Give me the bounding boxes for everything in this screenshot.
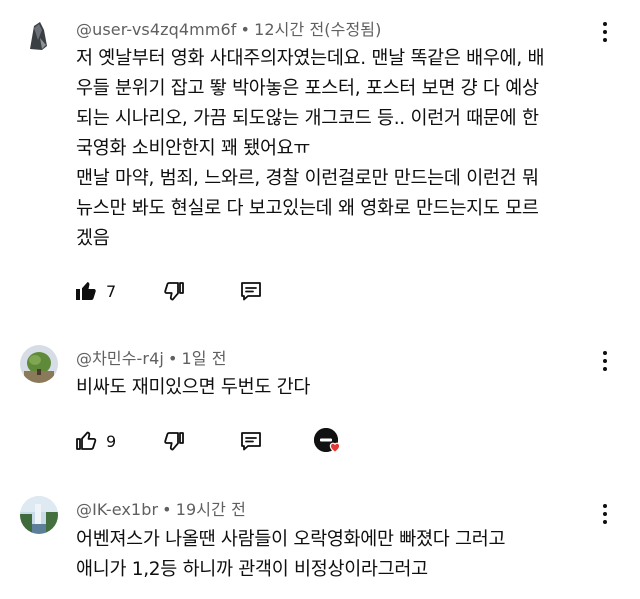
dislike-button[interactable] — [162, 426, 186, 456]
more-vertical-icon[interactable] — [594, 500, 616, 528]
avatar[interactable] — [20, 345, 58, 383]
reply-button[interactable] — [238, 426, 264, 456]
more-vertical-icon[interactable] — [594, 347, 616, 375]
comment-line: 맨날 마약, 범죄, 느와르, 경찰 이런걸로만 만드는데 이런건 뭐 — [76, 168, 539, 189]
comment-line: 비싸도 재미있으면 두번도 간다 — [76, 377, 311, 398]
reply-button[interactable] — [238, 276, 264, 306]
separator: • — [167, 349, 178, 368]
comment-text: 어벤져스가 나올땐 사람들이 오락영화에만 빠졌다 그러고 애니가 1,2등 하… — [76, 525, 581, 585]
comment-author[interactable]: @차민수-r4j — [76, 349, 164, 368]
separator: • — [240, 20, 251, 39]
comment-line: 되는 시나리오, 가끔 되도않는 개그코드 등.. 이런거 때문에 한 — [76, 108, 539, 129]
comment-author[interactable]: @IK-ex1br — [76, 500, 158, 519]
comment-time[interactable]: 12시간 전(수정됨) — [254, 20, 381, 39]
avatar[interactable] — [20, 496, 58, 534]
comment-time[interactable]: 1일 전 — [181, 349, 226, 368]
comment-actions: 7 — [74, 276, 374, 310]
comment-text: 저 옛날부터 영화 사대주의자였는데요. 맨날 똑같은 배우에, 배 우들 분위… — [76, 44, 581, 254]
comment-meta: @IK-ex1br • 19시간 전 — [76, 496, 246, 520]
like-button[interactable]: 7 — [74, 276, 116, 306]
avatar-image — [20, 16, 58, 54]
comment-time[interactable]: 19시간 전 — [176, 500, 246, 519]
creator-heart — [314, 426, 348, 456]
more-vertical-icon[interactable] — [594, 18, 616, 46]
thumbs-down-icon — [164, 432, 184, 451]
heart-icon — [329, 442, 341, 453]
separator: • — [162, 500, 172, 519]
like-count: 7 — [106, 281, 117, 301]
dislike-button[interactable] — [162, 276, 186, 306]
reply-icon — [241, 432, 261, 451]
comment-line: 어벤져스가 나올땐 사람들이 오락영화에만 빠졌다 그러고 — [76, 529, 506, 550]
thumbs-down-icon — [164, 282, 184, 301]
comment-line: 국영화 소비안한지 꽤 됐어요ㅠ — [76, 138, 311, 159]
comment-line: 애니가 1,2등 하니까 관객이 비정상이라그러고 — [76, 559, 428, 580]
reply-icon — [241, 282, 261, 301]
thumbs-up-icon — [76, 282, 96, 300]
comment-line: 우들 분위기 잡고 뙇 박아놓은 포스터, 포스터 보면 걍 다 예상 — [76, 78, 539, 99]
comment-actions: 9 — [74, 426, 374, 460]
comment-line: 저 옛날부터 영화 사대주의자였는데요. 맨날 똑같은 배우에, 배 — [76, 48, 545, 69]
comment-meta: @차민수-r4j • 1일 전 — [76, 345, 227, 369]
like-count: 9 — [106, 431, 117, 451]
avatar-image — [20, 345, 58, 383]
avatar[interactable] — [20, 16, 58, 54]
avatar-image — [20, 496, 58, 534]
comment-line: 뉴스만 봐도 현실로 다 보고있는데 왜 영화로 만드는지도 모르 — [76, 198, 539, 219]
like-button[interactable]: 9 — [74, 426, 116, 456]
comment-meta: @user-vs4zq4mm6f • 12시간 전(수정됨) — [76, 16, 381, 40]
comment-line: 겠음 — [76, 228, 110, 249]
comment-text: 비싸도 재미있으면 두번도 간다 — [76, 373, 581, 403]
comment-author[interactable]: @user-vs4zq4mm6f — [76, 20, 237, 39]
thumbs-up-icon — [76, 431, 97, 450]
